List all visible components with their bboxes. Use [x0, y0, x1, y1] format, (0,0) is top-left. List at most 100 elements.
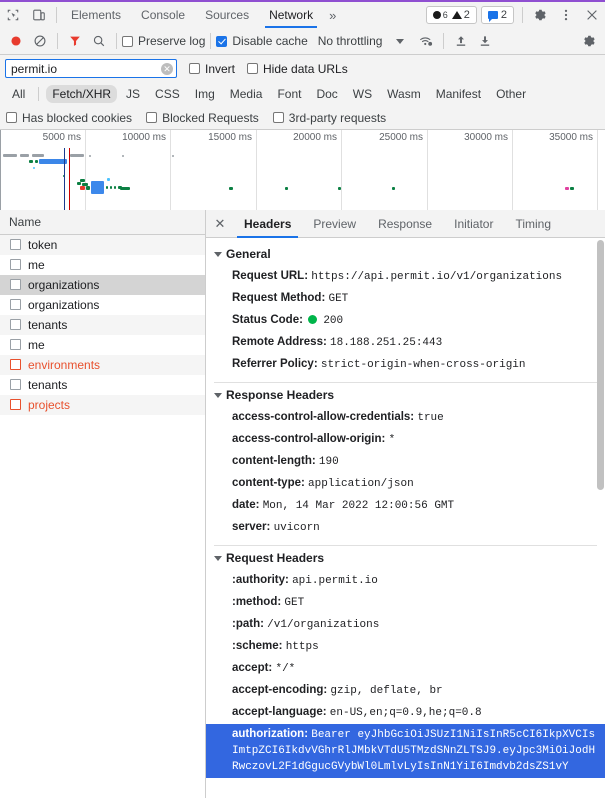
section-general[interactable]: General [206, 242, 605, 266]
message-badge[interactable]: 2 [486, 9, 509, 22]
request-row-tenants-1[interactable]: tenants [0, 315, 205, 335]
close-icon[interactable] [579, 2, 605, 28]
third-party-requests-box[interactable] [272, 112, 284, 123]
hide-data-urls-box[interactable] [247, 63, 259, 74]
request-name: token [28, 237, 58, 252]
record-button-icon[interactable] [4, 29, 28, 53]
warning-triangle-icon [451, 11, 462, 19]
has-blocked-cookies-label: Has blocked cookies [22, 110, 133, 125]
request-row-me-2[interactable]: me [0, 335, 205, 355]
close-detail-icon[interactable]: ✕ [210, 214, 230, 234]
kebab-menu-icon[interactable] [553, 2, 579, 28]
invert-box[interactable] [189, 63, 200, 74]
network-overview-timeline[interactable]: 5000 ms 10000 ms 15000 ms 20000 ms 25000… [0, 130, 605, 211]
type-filter-fetch-xhr[interactable]: Fetch/XHR [46, 85, 118, 103]
type-filter-ws[interactable]: WS [347, 85, 378, 103]
tab-timing[interactable]: Timing [504, 210, 562, 238]
request-row-organizations-2[interactable]: organizations [0, 295, 205, 315]
header-value: true [417, 412, 444, 424]
import-har-icon[interactable] [449, 29, 473, 53]
request-type-icon [10, 259, 21, 270]
disable-cache-checkbox[interactable]: Disable cache [216, 34, 308, 48]
hide-data-urls-label: Hide data URLs [263, 61, 348, 76]
request-header-accept-language: accept-language: en-US,en;q=0.9,he;q=0.8 [206, 702, 605, 724]
clear-icon[interactable] [28, 29, 52, 53]
tab-initiator[interactable]: Initiator [443, 210, 504, 238]
more-tabs-icon[interactable]: » [323, 8, 342, 23]
type-filter-other[interactable]: Other [490, 85, 532, 103]
request-name: organizations [28, 277, 100, 292]
tab-elements[interactable]: Elements [61, 2, 131, 28]
disable-cache-box[interactable] [216, 35, 228, 47]
type-filter-font[interactable]: Font [271, 85, 307, 103]
tab-console[interactable]: Console [131, 2, 195, 28]
toolbar-divider-4 [443, 33, 445, 49]
issues-counter-group[interactable]: 6 2 [425, 6, 477, 24]
request-list-header[interactable]: Name [0, 210, 205, 235]
filter-input[interactable]: permit.io ✕ [5, 59, 177, 78]
preserve-log-box[interactable] [122, 35, 133, 47]
request-row-me-1[interactable]: me [0, 255, 205, 275]
type-filter-media[interactable]: Media [224, 85, 269, 103]
gear-icon[interactable] [527, 2, 553, 28]
response-header-server: server: uvicorn [206, 517, 605, 539]
section-response-headers[interactable]: Response Headers [206, 383, 605, 407]
warning-badge[interactable]: 2 [450, 9, 472, 21]
request-row-environments[interactable]: environments [0, 355, 205, 375]
invert-label: Invert [205, 61, 236, 76]
request-row-projects[interactable]: projects [0, 395, 205, 415]
request-row-tenants-2[interactable]: tenants [0, 375, 205, 395]
tab-response[interactable]: Response [367, 210, 443, 238]
has-blocked-cookies-checkbox[interactable]: Has blocked cookies [6, 111, 132, 125]
header-name: access-control-allow-credentials: [232, 411, 415, 423]
type-filter-css[interactable]: CSS [149, 85, 186, 103]
tab-preview[interactable]: Preview [302, 210, 367, 238]
tab-network[interactable]: Network [259, 2, 323, 28]
section-request-headers[interactable]: Request Headers [206, 546, 605, 570]
type-filter-js[interactable]: JS [120, 85, 146, 103]
request-header-authorization[interactable]: authorization: Bearer eyJhbGciOiJSUzI1Ni… [206, 724, 605, 778]
inspect-cursor-icon[interactable] [0, 2, 26, 28]
chevron-down-icon[interactable] [396, 38, 405, 44]
header-name: authorization: [232, 728, 309, 740]
warning-count: 2 [463, 9, 470, 21]
third-party-requests-checkbox[interactable]: 3rd-party requests [272, 111, 386, 125]
request-row-token[interactable]: token [0, 235, 205, 255]
detail-scrollbar-thumb[interactable] [597, 240, 604, 490]
error-badge[interactable]: 6 [431, 10, 450, 20]
blocked-requests-checkbox[interactable]: Blocked Requests [146, 111, 259, 125]
network-settings-gear-icon[interactable] [577, 29, 601, 53]
search-icon[interactable] [87, 29, 111, 53]
request-type-icon [10, 319, 21, 330]
request-name: me [28, 257, 45, 272]
type-filter-manifest[interactable]: Manifest [430, 85, 487, 103]
invert-checkbox[interactable]: Invert [189, 62, 235, 76]
blocked-requests-box[interactable] [146, 112, 158, 123]
general-referrer-policy: Referrer Policy: strict-origin-when-cros… [206, 354, 605, 376]
type-filter-all[interactable]: All [6, 85, 31, 103]
header-value: * [388, 434, 396, 446]
header-name: :authority: [232, 574, 289, 586]
overview-tick-label-5: 25000 ms [379, 132, 423, 143]
messages-counter-group[interactable]: 2 [480, 6, 514, 24]
toolbar-divider-1 [57, 33, 58, 49]
clear-filter-icon[interactable]: ✕ [161, 62, 173, 75]
throttling-select[interactable]: No throttling [318, 34, 383, 48]
request-row-organizations-1[interactable]: organizations [0, 275, 205, 295]
tab-sources[interactable]: Sources [195, 2, 259, 28]
hide-data-urls-checkbox[interactable]: Hide data URLs [247, 62, 348, 76]
type-filter-img[interactable]: Img [189, 85, 221, 103]
detail-scrollbar[interactable] [597, 240, 604, 796]
filter-funnel-icon[interactable] [63, 29, 87, 53]
type-filter-wasm[interactable]: Wasm [381, 85, 427, 103]
type-filter-doc[interactable]: Doc [310, 85, 343, 103]
has-blocked-cookies-box[interactable] [6, 112, 17, 123]
request-header-scheme: :scheme: https [206, 636, 605, 658]
export-har-icon[interactable] [473, 29, 497, 53]
header-name: accept: [232, 662, 273, 674]
header-value: gzip, deflate, br [330, 685, 443, 697]
device-toolbar-icon[interactable] [26, 2, 52, 28]
network-conditions-icon[interactable] [414, 29, 438, 53]
preserve-log-checkbox[interactable]: Preserve log [122, 34, 205, 48]
tab-headers[interactable]: Headers [233, 210, 302, 238]
